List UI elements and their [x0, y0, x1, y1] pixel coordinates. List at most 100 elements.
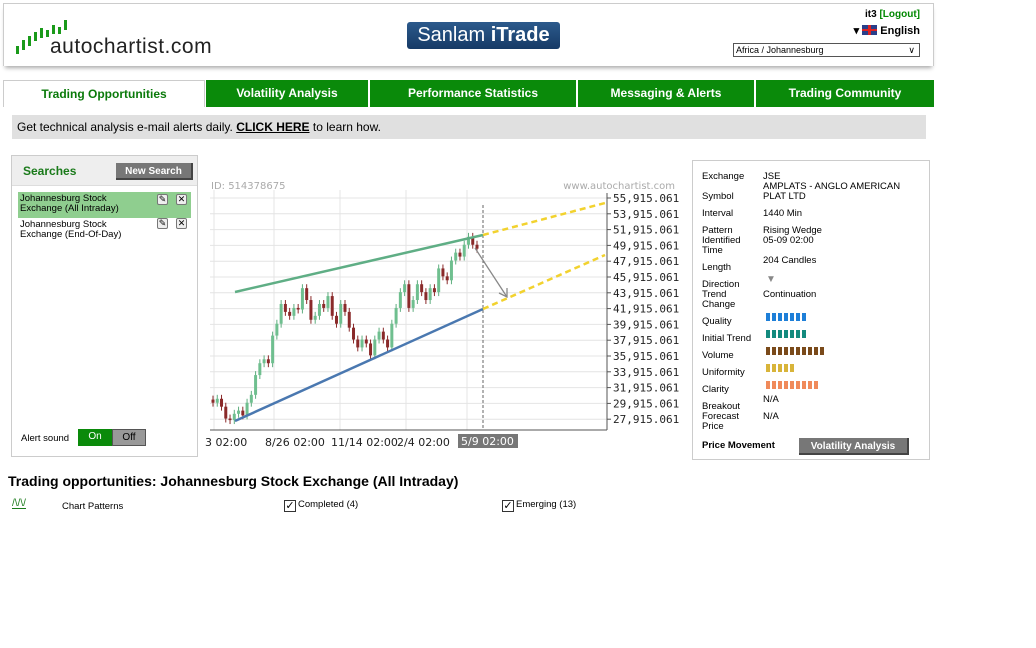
clarity-label: Clarity: [702, 384, 729, 395]
tab-trading-opportunities[interactable]: Trading Opportunities: [3, 80, 205, 107]
trend-change-value: Continuation: [763, 289, 817, 300]
candle-body: [279, 303, 283, 324]
candle-body: [288, 311, 292, 316]
logout-link[interactable]: [Logout]: [879, 9, 920, 20]
search-item[interactable]: Johannesburg Stock Exchange (All Intrada…: [18, 192, 191, 218]
candle-body: [462, 244, 466, 257]
rating-segment: [778, 330, 782, 338]
volatility-analysis-button[interactable]: Volatility Analysis: [799, 438, 909, 455]
uniformity-bar: [766, 364, 794, 372]
y-tick-label: 49,915.0611: [613, 239, 680, 252]
y-tick-label: 39,915.0611: [613, 318, 680, 331]
rating-segment: [784, 313, 788, 321]
rating-segment: [802, 313, 806, 321]
search-item[interactable]: Johannesburg Stock Exchange (End-Of-Day)…: [18, 218, 191, 244]
volume-label: Volume: [702, 350, 734, 361]
completed-checkbox[interactable]: ✓ Completed (4): [284, 499, 358, 512]
brand-logo: Sanlam iTrade: [407, 22, 560, 49]
length-label: Length: [702, 262, 732, 273]
rating-segment: [766, 313, 770, 321]
rating-segment: [766, 381, 770, 389]
x-tick-label: 3 02:00: [205, 436, 247, 449]
rating-segment: [784, 347, 788, 355]
y-tick-label: 35,915.0611: [613, 350, 680, 363]
rating-segment: [814, 347, 818, 355]
candle-body: [441, 268, 445, 277]
rating-segment: [766, 347, 770, 355]
candle-body: [411, 300, 415, 308]
checkmark-icon: ✓: [502, 500, 514, 512]
emerging-checkbox[interactable]: ✓ Emerging (13): [502, 499, 576, 512]
tab-performance-statistics[interactable]: Performance Statistics: [370, 80, 576, 107]
y-tick-label: 31,915.0611: [613, 382, 680, 395]
candle-body: [449, 260, 453, 281]
candle-body: [211, 399, 215, 403]
alert-off-button[interactable]: Off: [112, 429, 146, 446]
candle-body: [330, 296, 334, 316]
edit-icon[interactable]: ✎: [157, 218, 168, 229]
support-projection: [482, 253, 606, 311]
searches-panel: Searches New Search Johannesburg Stock E…: [11, 155, 198, 457]
candle-body: [283, 303, 287, 312]
candle-body: [424, 292, 428, 301]
alert-on-button[interactable]: On: [78, 429, 112, 446]
rating-segment: [790, 313, 794, 321]
candle-body: [369, 343, 373, 356]
uniformity-label: Uniformity: [702, 367, 745, 378]
candle-body: [386, 339, 390, 348]
rating-segment: [790, 330, 794, 338]
breakout-value: N/A: [763, 394, 779, 405]
volume-bar: [766, 347, 824, 355]
rating-segment: [814, 381, 818, 389]
candle-body: [309, 300, 313, 320]
user-info: it3 [Logout]: [865, 9, 920, 20]
symbol-value: AMPLATS - ANGLO AMERICAN PLAT LTD: [763, 181, 901, 202]
rating-segment: [784, 330, 788, 338]
tab-volatility-analysis[interactable]: Volatility Analysis: [206, 80, 368, 107]
logo[interactable]: autochartist.com: [50, 35, 212, 59]
rating-segment: [778, 364, 782, 372]
candle-body: [364, 339, 368, 344]
tab-trading-community[interactable]: Trading Community: [756, 80, 934, 107]
chevron-down-icon: ∨: [908, 45, 915, 55]
identified-time-value: 05-09 02:00: [763, 235, 814, 246]
x-tick-label: 2/4 02:00: [397, 436, 450, 449]
candle-body: [224, 406, 228, 419]
pattern-chart[interactable]: 55,915.0611 53,915.0611 51,915.0611 49,915.…: [205, 175, 680, 455]
candle-body: [420, 284, 424, 293]
candle-body: [390, 323, 394, 348]
rating-segment: [778, 381, 782, 389]
timezone-select[interactable]: Africa / Johannesburg ∨: [733, 43, 920, 57]
candle-body: [271, 335, 275, 364]
candle-body: [403, 284, 407, 293]
chart-watermark: www.autochartist.com: [563, 181, 675, 192]
candle-body: [407, 284, 411, 308]
candle-body: [237, 410, 241, 414]
new-search-button[interactable]: New Search: [116, 163, 193, 180]
initial-trend-bar: [766, 330, 806, 338]
language-selector[interactable]: ▾ English: [854, 24, 920, 37]
delete-icon[interactable]: ✕: [176, 218, 187, 229]
candle-body: [305, 288, 309, 301]
quality-bar: [766, 313, 806, 321]
candle-body: [360, 339, 364, 348]
candle-body: [458, 252, 462, 257]
rating-segment: [772, 330, 776, 338]
rating-segment: [802, 330, 806, 338]
click-here-link[interactable]: CLICK HERE: [236, 120, 309, 134]
rating-segment: [766, 330, 770, 338]
current-time-label: 5/9 02:00: [461, 435, 514, 448]
y-tick-label: 53,915.0611: [613, 208, 680, 221]
candle-body: [262, 359, 266, 364]
edit-icon[interactable]: ✎: [157, 194, 168, 205]
candle-body: [220, 398, 224, 407]
tab-messaging-alerts[interactable]: Messaging & Alerts: [578, 80, 754, 107]
interval-value: 1440 Min: [763, 208, 803, 219]
length-value: 204 Candles: [763, 255, 817, 266]
candle-body: [228, 418, 232, 421]
candle-body: [292, 307, 296, 316]
candle-body: [266, 359, 270, 364]
delete-icon[interactable]: ✕: [176, 194, 187, 205]
candle-body: [249, 394, 253, 403]
candle-body: [334, 315, 338, 324]
